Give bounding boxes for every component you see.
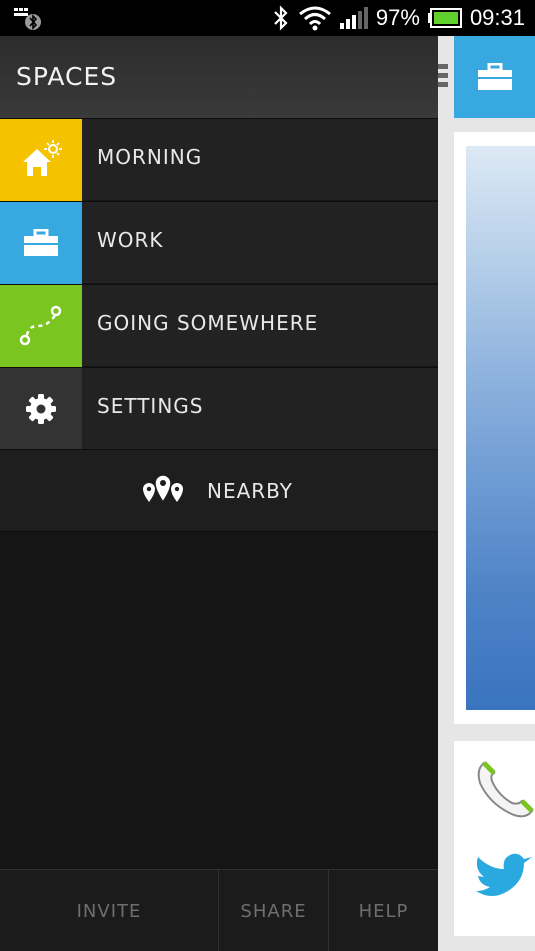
space-label-work: WORK xyxy=(97,228,164,252)
bluetooth-icon xyxy=(274,5,288,31)
drawer-handle-icon[interactable] xyxy=(438,64,450,90)
wifi-icon xyxy=(298,6,331,31)
morning-tile xyxy=(0,119,82,201)
map-pins-icon xyxy=(143,474,183,504)
gear-icon xyxy=(26,394,56,424)
invite-button[interactable]: INVITE xyxy=(0,870,218,951)
clock: 09:31 xyxy=(469,5,525,30)
nearby-button[interactable]: NEARBY xyxy=(0,449,438,532)
spaces-drawer: SPACES MORNING WORK GOING SOMEWHERE SETT… xyxy=(0,36,438,951)
drawer-title: SPACES xyxy=(16,62,118,91)
settings-label: SETTINGS xyxy=(97,394,204,418)
share-button[interactable]: SHARE xyxy=(219,870,328,951)
help-button[interactable]: HELP xyxy=(329,870,438,951)
going-somewhere-tile xyxy=(0,285,82,367)
space-item-going-somewhere[interactable]: GOING SOMEWHERE xyxy=(0,284,438,367)
signal-icon xyxy=(339,7,368,29)
landscape-card[interactable] xyxy=(454,132,535,724)
battery-icon xyxy=(427,8,462,28)
settings-item[interactable]: SETTINGS xyxy=(0,367,438,450)
landscape-image xyxy=(466,146,535,710)
briefcase-icon xyxy=(24,229,58,256)
bluetooth-notification-icon xyxy=(14,8,41,30)
twitter-icon[interactable] xyxy=(472,851,535,911)
main-content-peek[interactable] xyxy=(438,36,535,951)
space-item-morning[interactable]: MORNING xyxy=(0,118,438,201)
battery-percent: 97% xyxy=(375,5,420,30)
briefcase-icon xyxy=(477,63,512,90)
work-tile xyxy=(0,202,82,284)
settings-tile xyxy=(0,368,82,450)
phone-icon[interactable] xyxy=(474,757,535,821)
main-header xyxy=(438,36,535,118)
home-sun-icon xyxy=(23,140,62,176)
route-icon xyxy=(19,305,62,346)
drawer-header: SPACES xyxy=(0,36,438,118)
current-space-tile[interactable] xyxy=(454,36,535,118)
status-bar: 97% 09:31 xyxy=(0,0,535,36)
space-item-work[interactable]: WORK xyxy=(0,201,438,284)
nearby-label: NEARBY xyxy=(207,479,294,503)
space-label-going-somewhere: GOING SOMEWHERE xyxy=(97,311,319,335)
space-label-morning: MORNING xyxy=(97,145,203,169)
drawer-footer: INVITE SHARE HELP xyxy=(0,869,438,951)
apps-card[interactable] xyxy=(454,741,535,936)
